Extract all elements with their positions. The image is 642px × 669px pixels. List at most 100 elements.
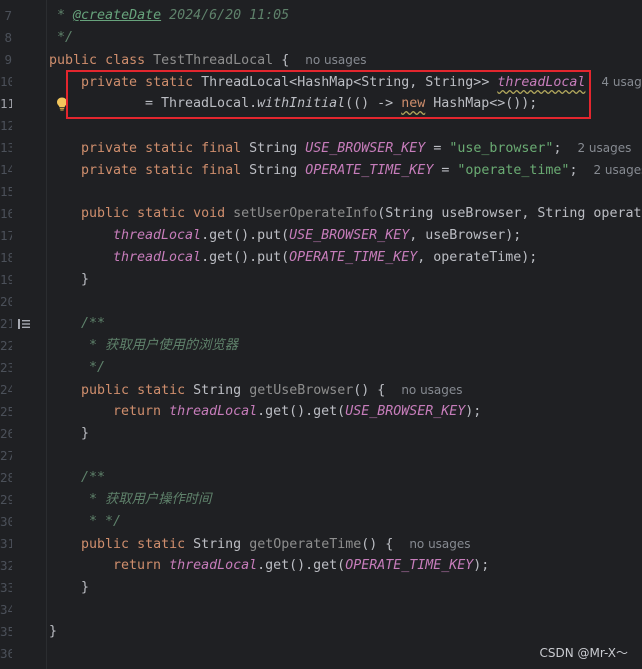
- type-name: String: [249, 163, 298, 178]
- keyword: static: [137, 206, 186, 221]
- line-number[interactable]: 11: [0, 93, 12, 115]
- usage-hint[interactable]: no usages: [409, 537, 470, 551]
- call-chain: .get().put(: [201, 250, 290, 265]
- line-number[interactable]: 31: [0, 533, 12, 555]
- line-number[interactable]: 35: [0, 621, 12, 643]
- line-number[interactable]: 23: [0, 357, 12, 379]
- line-number[interactable]: 20: [0, 291, 12, 313]
- line-number[interactable]: 18: [0, 247, 12, 269]
- code-editor[interactable]: 7 8 9 10 11 12 13 14 15 16 17 18 19 20 21 22 23 24 25 26 27 2…: [0, 0, 642, 669]
- call-rest: , useBrowser);: [409, 228, 522, 243]
- code-line-18[interactable]: threadLocal.get().put(OPERATE_TIME_KEY, …: [113, 247, 537, 269]
- line-number[interactable]: 19: [0, 269, 12, 291]
- code-line-24[interactable]: public static String getUseBrowser() { n…: [81, 379, 463, 401]
- code-line-16[interactable]: public static void setUserOperateInfo(St…: [81, 203, 642, 225]
- implementation-gutter-icon[interactable]: [18, 318, 30, 330]
- code-line-32[interactable]: return threadLocal.get().get(OPERATE_TIM…: [113, 555, 489, 577]
- type-name: String: [249, 141, 298, 156]
- code-line-29[interactable]: * 获取用户操作时间: [81, 489, 211, 511]
- constant-ref: USE_BROWSER_KEY: [345, 404, 466, 419]
- line-number[interactable]: 8: [0, 27, 12, 49]
- line-number-gutter[interactable]: 7 8 9 10 11 12 13 14 15 16 17 18 19 20 21 22 23 24 25 26 27 2…: [0, 0, 47, 669]
- line-number[interactable]: 29: [0, 489, 12, 511]
- code-line-7[interactable]: * @createDate 2024/6/20 11:05: [49, 5, 289, 27]
- type-name: String: [193, 537, 242, 552]
- code-line-28[interactable]: /**: [81, 467, 105, 489]
- usage-hint[interactable]: 2 usages: [593, 163, 642, 177]
- params: () {: [361, 537, 394, 552]
- line-number[interactable]: 16: [0, 203, 12, 225]
- method-name-setuseroperateinfo: setUserOperateInfo: [233, 206, 378, 221]
- line-number[interactable]: 30: [0, 511, 12, 533]
- field-threadlocal: threadLocal: [169, 558, 258, 573]
- constant-operate-time-key: OPERATE_TIME_KEY: [305, 163, 434, 178]
- usage-hint[interactable]: 2 usages: [577, 141, 631, 155]
- params: (String useBrowser, String operateTime) …: [377, 206, 642, 221]
- usage-hint[interactable]: no usages: [401, 383, 462, 397]
- line-number[interactable]: 14: [0, 159, 12, 181]
- line-number[interactable]: 33: [0, 577, 12, 599]
- call-rest: , operateTime);: [417, 250, 538, 265]
- class-name: TestThreadLocal: [153, 53, 274, 68]
- doc-star: *: [81, 338, 106, 353]
- code-line-17[interactable]: threadLocal.get().put(USE_BROWSER_KEY, u…: [113, 225, 521, 247]
- constant-ref: OPERATE_TIME_KEY: [345, 558, 474, 573]
- doc-star: *: [49, 8, 74, 23]
- line-number[interactable]: 12: [0, 115, 12, 137]
- call-chain: .get().get(: [257, 558, 346, 573]
- assign-op: =: [425, 141, 450, 156]
- keyword: class: [105, 53, 146, 68]
- code-line-21[interactable]: /**: [81, 313, 105, 335]
- line-number[interactable]: 27: [0, 445, 12, 467]
- line-number[interactable]: 9: [0, 49, 12, 71]
- close-brace: }: [49, 624, 58, 639]
- close-brace: }: [81, 580, 90, 595]
- constant-use-browser-key: USE_BROWSER_KEY: [305, 141, 426, 156]
- line-number[interactable]: 28: [0, 467, 12, 489]
- line-number[interactable]: 26: [0, 423, 12, 445]
- doc-text: 获取用户使用的浏览器: [105, 338, 238, 353]
- highlight-annotation-box: [66, 70, 591, 119]
- call-chain: .get().put(: [201, 228, 290, 243]
- keyword-return: return: [113, 558, 162, 573]
- code-line-19[interactable]: }: [81, 269, 89, 291]
- code-line-9[interactable]: public class TestThreadLocal { no usages: [49, 49, 366, 71]
- usage-hint[interactable]: no usages: [305, 53, 366, 67]
- code-line-14[interactable]: private static final String OPERATE_TIME…: [81, 159, 642, 181]
- assign-op: =: [433, 163, 458, 178]
- doc-start: /**: [81, 470, 106, 485]
- doc-date-value: 2024/6/20 11:05: [161, 8, 290, 23]
- code-line-30[interactable]: * */: [81, 511, 121, 533]
- code-line-22[interactable]: * 获取用户使用的浏览器: [81, 335, 238, 357]
- keyword: public: [49, 53, 98, 68]
- code-line-35[interactable]: }: [49, 621, 57, 643]
- line-number[interactable]: 10: [0, 71, 12, 93]
- code-line-26[interactable]: }: [81, 423, 89, 445]
- line-number[interactable]: 22: [0, 335, 12, 357]
- semicolon: ;: [553, 141, 562, 156]
- code-line-8[interactable]: */: [49, 27, 73, 49]
- line-number[interactable]: 24: [0, 379, 12, 401]
- keyword: void: [193, 206, 226, 221]
- line-number[interactable]: 32: [0, 555, 12, 577]
- line-number[interactable]: 7: [0, 5, 12, 27]
- line-number[interactable]: 34: [0, 599, 12, 621]
- doc-end: * */: [81, 514, 122, 529]
- line-number[interactable]: 36: [0, 643, 12, 665]
- line-number[interactable]: 21: [0, 313, 12, 335]
- line-number[interactable]: 15: [0, 181, 12, 203]
- keyword: private: [81, 163, 138, 178]
- keyword: public: [81, 537, 130, 552]
- line-number[interactable]: 17: [0, 225, 12, 247]
- keyword-return: return: [113, 404, 162, 419]
- keyword: private: [81, 141, 138, 156]
- call-rest: );: [473, 558, 490, 573]
- code-line-25[interactable]: return threadLocal.get().get(USE_BROWSER…: [113, 401, 481, 423]
- line-number[interactable]: 13: [0, 137, 12, 159]
- code-line-13[interactable]: private static final String USE_BROWSER_…: [81, 137, 631, 159]
- code-line-33[interactable]: }: [81, 577, 89, 599]
- code-line-23[interactable]: */: [81, 357, 105, 379]
- usage-hint[interactable]: 4 usages: [601, 75, 642, 89]
- line-number[interactable]: 25: [0, 401, 12, 423]
- code-line-31[interactable]: public static String getOperateTime() { …: [81, 533, 471, 555]
